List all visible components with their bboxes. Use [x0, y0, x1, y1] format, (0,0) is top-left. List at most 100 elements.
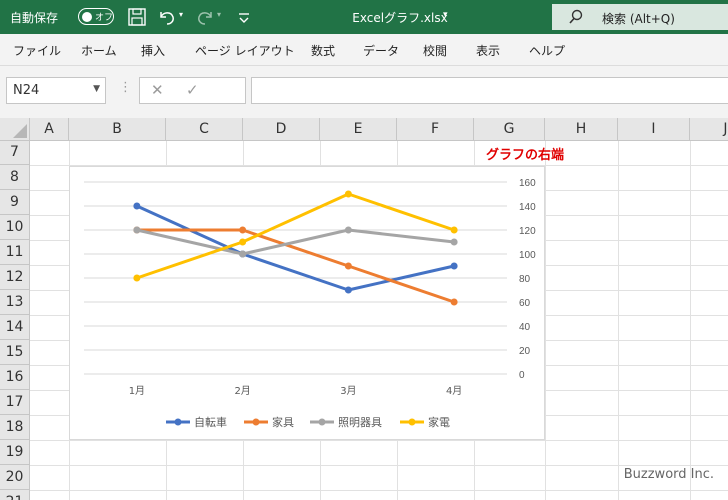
data-point	[450, 238, 458, 246]
column-header-g[interactable]: G	[474, 118, 545, 141]
column-header-f[interactable]: F	[397, 118, 474, 141]
more-options-icon[interactable]: ⋮	[119, 80, 132, 95]
tab-page-layout[interactable]: ページ レイアウト	[195, 42, 295, 59]
data-point	[133, 226, 141, 234]
search-icon	[569, 9, 583, 24]
legend-label: 家電	[428, 415, 450, 429]
legend-marker-icon	[318, 418, 326, 426]
y-tick-label: 140	[519, 202, 536, 213]
x-tick-label: 2月	[234, 385, 250, 397]
save-icon[interactable]	[126, 6, 148, 28]
undo-icon[interactable]	[156, 6, 178, 28]
title-bar: 自動保存 オフ ▾ ▾ Excelグラフ.xlsx ▾ 検索 (Alt+Q)	[0, 0, 728, 34]
search-box[interactable]: 検索 (Alt+Q)	[552, 4, 728, 30]
gridline	[30, 465, 728, 466]
row-header-15[interactable]: 15	[0, 340, 30, 365]
y-tick-label: 160	[519, 178, 536, 189]
tab-view[interactable]: 表示	[476, 42, 500, 59]
x-tick-label: 1月	[129, 385, 145, 397]
undo-dropdown-icon[interactable]: ▾	[179, 10, 183, 19]
enter-icon[interactable]: ✓	[186, 81, 199, 99]
y-tick-label: 120	[519, 226, 536, 237]
y-tick-label: 40	[519, 322, 531, 333]
data-point	[450, 226, 458, 234]
row-header-11[interactable]: 11	[0, 240, 30, 265]
y-tick-label: 0	[519, 370, 525, 381]
chart-plot: 0 20 40 60 80 100 120 140 160 1月 2月 3月 4月自転車 家具 照明器具 家電	[84, 178, 536, 429]
tab-insert[interactable]: 挿入	[141, 42, 165, 59]
data-point	[133, 202, 141, 210]
x-tick-label: 3月	[340, 385, 356, 397]
tab-file[interactable]: ファイル	[13, 42, 61, 59]
data-point	[344, 286, 352, 294]
tab-formulas[interactable]: 数式	[311, 42, 335, 59]
row-header-10[interactable]: 10	[0, 215, 30, 240]
row-header-17[interactable]: 17	[0, 390, 30, 415]
cancel-icon[interactable]: ✕	[151, 81, 164, 99]
y-tick-label: 80	[519, 274, 531, 285]
row-header-7[interactable]: 7	[0, 141, 30, 165]
row-header-12[interactable]: 12	[0, 265, 30, 290]
corner-triangle-icon	[13, 124, 27, 138]
gridline	[30, 490, 728, 491]
row-header-13[interactable]: 13	[0, 290, 30, 315]
watermark: Buzzword Inc.	[623, 467, 714, 482]
document-title[interactable]: Excelグラフ.xlsx	[340, 9, 460, 26]
legend-marker-icon	[408, 418, 416, 426]
chart-edge-annotation: グラフの右端	[486, 148, 565, 163]
column-header-i[interactable]: I	[618, 118, 690, 141]
name-box-dropdown-icon[interactable]: ▼	[93, 84, 100, 94]
name-box[interactable]: N24 ▼	[6, 77, 106, 104]
autosave-label: 自動保存	[10, 11, 59, 25]
row-header-8[interactable]: 8	[0, 165, 30, 190]
data-point	[239, 238, 247, 246]
formula-buttons: ✕ ✓ fx	[139, 77, 373, 104]
name-box-value: N24	[13, 83, 40, 98]
row-header-14[interactable]: 14	[0, 315, 30, 340]
redo-dropdown-icon[interactable]: ▾	[217, 10, 221, 19]
formula-input[interactable]	[251, 77, 728, 104]
tab-data[interactable]: データ	[363, 42, 399, 59]
column-header-c[interactable]: C	[166, 118, 243, 141]
select-all-corner[interactable]	[0, 118, 30, 141]
x-tick-label: 4月	[446, 385, 462, 397]
data-point	[450, 262, 458, 270]
tab-help[interactable]: ヘルプ	[529, 42, 565, 59]
y-tick-label: 100	[519, 250, 536, 261]
row-header-20[interactable]: 20	[0, 465, 30, 490]
data-point	[344, 190, 352, 198]
data-point	[239, 250, 247, 258]
tab-review[interactable]: 校閲	[423, 42, 447, 59]
column-header-j[interactable]: J	[690, 118, 728, 141]
tab-home[interactable]: ホーム	[81, 42, 117, 59]
y-tick-label: 60	[519, 298, 531, 309]
column-header-h[interactable]: H	[545, 118, 618, 141]
excel-window: 自動保存 オフ ▾ ▾ Excelグラフ.xlsx ▾ 検索 (Alt+Q) フ…	[0, 0, 728, 500]
data-point	[344, 226, 352, 234]
autosave-state: オフ	[95, 13, 114, 23]
column-header-d[interactable]: D	[243, 118, 320, 141]
series-line-2	[135, 228, 456, 256]
search-label: 検索 (Alt+Q)	[602, 12, 675, 26]
legend-label: 自転車	[194, 415, 227, 429]
ribbon-tabs: ファイル ホーム 挿入 ページ レイアウト 数式 データ 校閲 表示 ヘルプ	[0, 34, 728, 66]
customize-toolbar-icon[interactable]	[233, 6, 255, 28]
row-header-19[interactable]: 19	[0, 440, 30, 465]
data-point	[133, 274, 141, 282]
legend-marker-icon	[174, 418, 182, 426]
autosave-toggle[interactable]: オフ	[78, 8, 114, 25]
row-header-21[interactable]: 21	[0, 490, 30, 500]
column-header-b[interactable]: B	[69, 118, 166, 141]
row-header-9[interactable]: 9	[0, 190, 30, 215]
row-header-18[interactable]: 18	[0, 415, 30, 440]
toggle-knob	[82, 11, 92, 22]
redo-icon[interactable]	[194, 6, 216, 28]
line-chart[interactable]: 0 20 40 60 80 100 120 140 160 1月 2月 3月 4月 自転車 家具 照明器具 家電	[69, 166, 545, 440]
row-header-16[interactable]: 16	[0, 365, 30, 390]
column-header-a[interactable]: A	[30, 118, 69, 141]
title-dropdown-icon[interactable]: ▾	[443, 10, 448, 20]
data-point	[344, 262, 352, 270]
data-point	[450, 298, 458, 306]
legend-label: 家具	[272, 415, 294, 429]
column-header-e[interactable]: E	[320, 118, 397, 141]
